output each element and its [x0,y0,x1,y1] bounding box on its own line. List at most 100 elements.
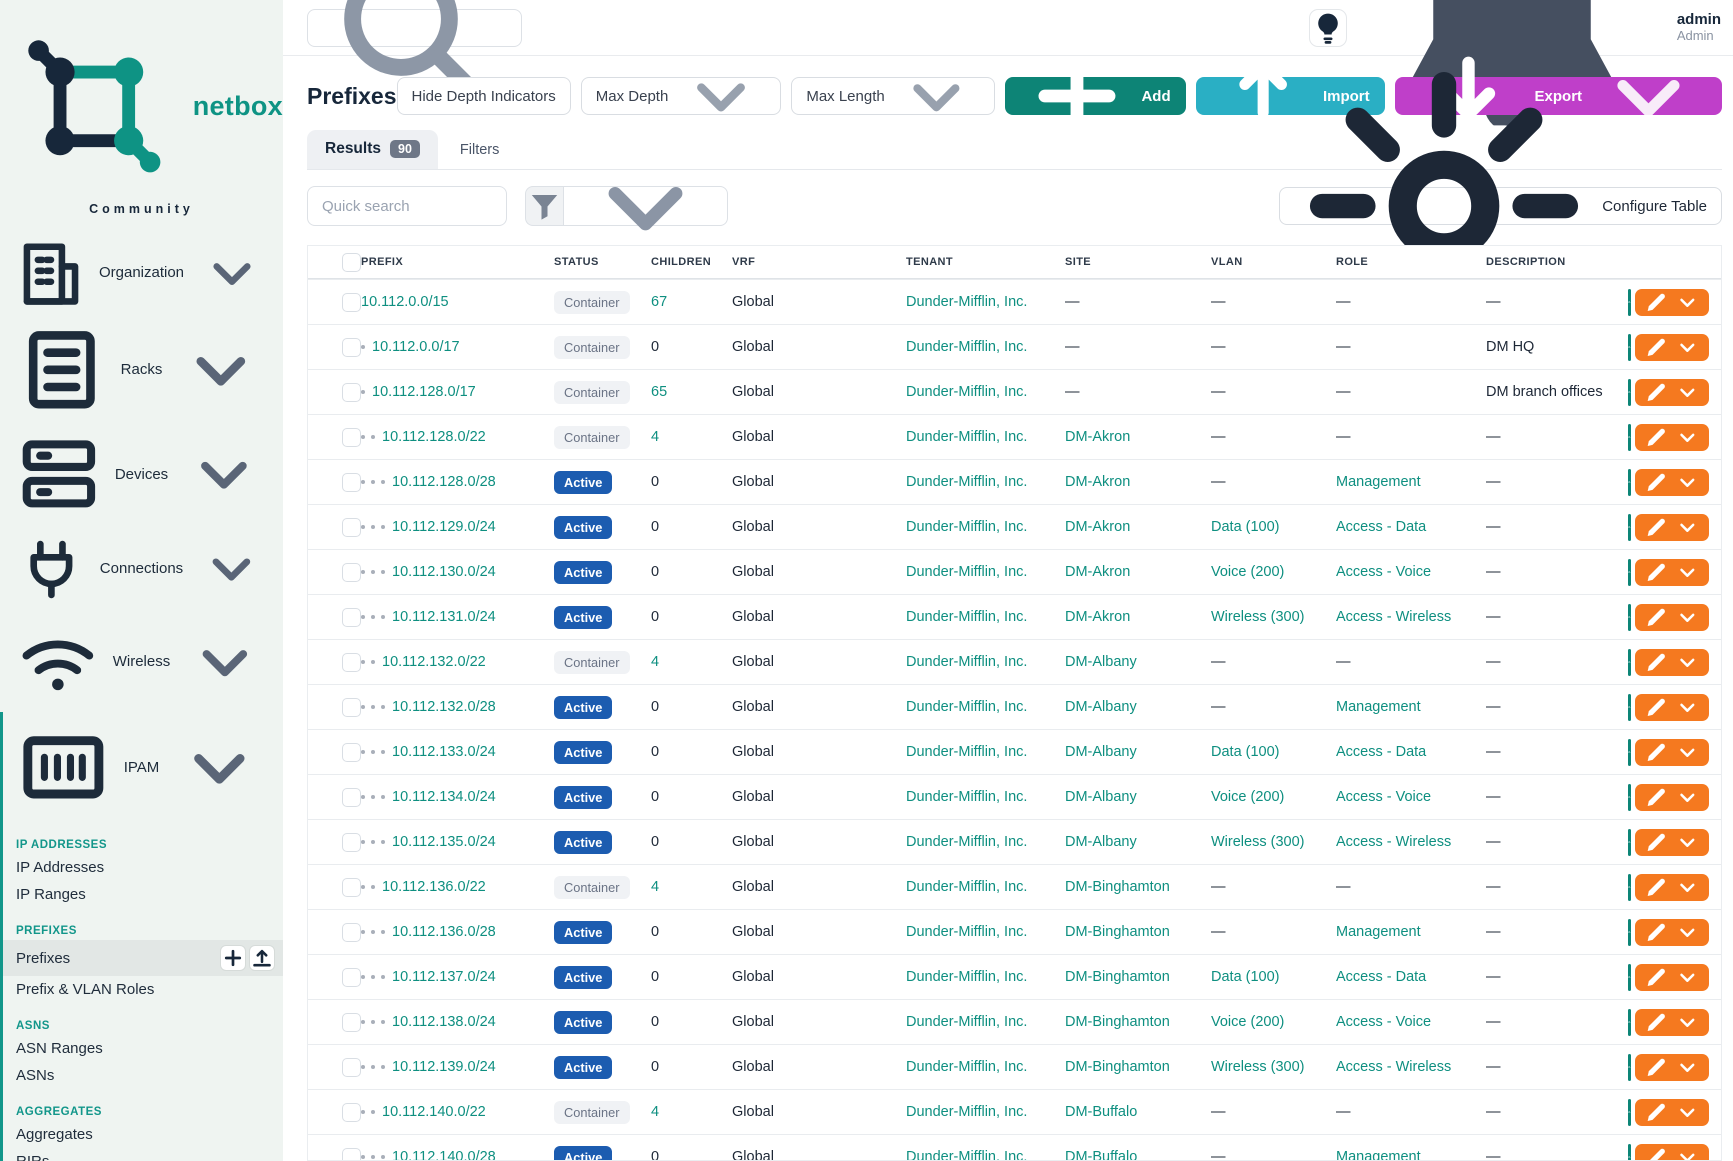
tenant-link[interactable]: Dunder-Mifflin, Inc. [906,834,1027,850]
column-header-description[interactable]: DESCRIPTION [1486,256,1628,268]
sidebar-item-asn-ranges[interactable]: ASN Ranges [3,1035,283,1062]
tenant-link[interactable]: Dunder-Mifflin, Inc. [906,294,1027,310]
row-checkbox[interactable] [342,743,361,762]
copy-button[interactable] [1628,379,1631,406]
edit-button[interactable] [1635,334,1709,361]
prefix-link[interactable]: 10.112.140.0/22 [382,1104,486,1120]
vlan-link[interactable]: Wireless (300) [1211,609,1304,625]
row-checkbox[interactable] [342,1058,361,1077]
vlan-link[interactable]: Data (100) [1211,519,1280,535]
column-header-prefix[interactable]: PREFIX [361,256,554,268]
row-checkbox[interactable] [342,833,361,852]
copy-button[interactable] [1628,829,1631,856]
role-link[interactable]: Access - Voice [1336,1014,1431,1030]
prefix-link[interactable]: 10.112.0.0/17 [372,339,460,355]
sidebar-item-asns[interactable]: ASNs [3,1062,283,1089]
role-link[interactable]: Access - Wireless [1336,834,1451,850]
edit-button[interactable] [1635,784,1709,811]
role-link[interactable]: Access - Wireless [1336,1059,1451,1075]
prefix-link[interactable]: 10.112.128.0/28 [392,474,496,490]
sidebar-item-connections[interactable]: Connections [0,525,283,612]
select-all-checkbox[interactable] [342,253,361,272]
site-link[interactable]: DM-Binghamton [1065,1014,1170,1030]
edit-button[interactable] [1635,289,1709,316]
edit-button[interactable] [1635,1144,1709,1161]
theme-toggle-button[interactable] [1309,9,1347,47]
prefix-link[interactable]: 10.112.130.0/24 [392,564,496,580]
site-link[interactable]: DM-Buffalo [1065,1104,1137,1120]
user-menu[interactable]: admin Admin [1677,11,1721,43]
row-checkbox[interactable] [342,338,361,357]
prefix-link[interactable]: 10.112.131.0/24 [392,609,496,625]
edit-button[interactable] [1635,694,1709,721]
site-link[interactable]: DM-Binghamton [1065,969,1170,985]
sidebar-item-organization[interactable]: Organization [0,230,283,316]
plus-quick-button[interactable] [220,945,246,971]
saved-filter-select[interactable] [563,186,728,226]
children-link[interactable]: 4 [651,879,659,895]
prefix-link[interactable]: 10.112.128.0/22 [382,429,486,445]
sidebar-item-prefix-vlan-roles[interactable]: Prefix & VLAN Roles [3,976,283,1003]
copy-button[interactable] [1628,1099,1631,1126]
tenant-link[interactable]: Dunder-Mifflin, Inc. [906,474,1027,490]
site-link[interactable]: DM-Akron [1065,429,1130,445]
vlan-link[interactable]: Voice (200) [1211,1014,1284,1030]
role-link[interactable]: Access - Voice [1336,789,1431,805]
column-header-vlan[interactable]: VLAN [1211,256,1336,268]
edit-button[interactable] [1635,1054,1709,1081]
role-link[interactable]: Access - Data [1336,519,1426,535]
column-header-status[interactable]: STATUS [554,256,651,268]
prefix-link[interactable]: 10.112.128.0/17 [372,384,476,400]
tenant-link[interactable]: Dunder-Mifflin, Inc. [906,564,1027,580]
prefix-link[interactable]: 10.112.138.0/24 [392,1014,496,1030]
copy-button[interactable] [1628,649,1631,676]
edit-button[interactable] [1635,1099,1709,1126]
copy-button[interactable] [1628,424,1631,451]
role-link[interactable]: Management [1336,474,1421,490]
site-link[interactable]: DM-Akron [1065,564,1130,580]
edit-button[interactable] [1635,829,1709,856]
column-header-site[interactable]: SITE [1065,256,1211,268]
prefix-link[interactable]: 10.112.136.0/28 [392,924,496,940]
vlan-link[interactable]: Data (100) [1211,969,1280,985]
prefix-link[interactable]: 10.112.137.0/24 [392,969,496,985]
row-checkbox[interactable] [342,923,361,942]
copy-button[interactable] [1628,469,1631,496]
edit-button[interactable] [1635,649,1709,676]
tenant-link[interactable]: Dunder-Mifflin, Inc. [906,519,1027,535]
edit-button[interactable] [1635,919,1709,946]
site-link[interactable]: DM-Albany [1065,789,1137,805]
copy-button[interactable] [1628,1009,1631,1036]
sidebar-item-racks[interactable]: Racks [0,316,283,424]
row-checkbox[interactable] [342,653,361,672]
row-checkbox[interactable] [342,608,361,627]
children-link[interactable]: 4 [651,654,659,670]
vlan-link[interactable]: Voice (200) [1211,564,1284,580]
row-checkbox[interactable] [342,878,361,897]
row-checkbox[interactable] [342,428,361,447]
row-checkbox[interactable] [342,473,361,492]
edit-button[interactable] [1635,379,1709,406]
filter-funnel-button[interactable] [525,186,563,226]
prefix-link[interactable]: 10.112.0.0/15 [361,294,449,310]
sidebar-item-aggregates[interactable]: Aggregates [3,1121,283,1148]
site-link[interactable]: DM-Binghamton [1065,879,1170,895]
site-link[interactable]: DM-Akron [1065,474,1130,490]
sidebar-item-devices[interactable]: Devices [0,423,283,525]
column-header-role[interactable]: ROLE [1336,256,1486,268]
vlan-link[interactable]: Data (100) [1211,744,1280,760]
prefix-link[interactable]: 10.112.136.0/22 [382,879,486,895]
copy-button[interactable] [1628,1054,1631,1081]
prefix-link[interactable]: 10.112.139.0/24 [392,1059,496,1075]
row-checkbox[interactable] [342,1148,361,1161]
prefix-link[interactable]: 10.112.140.0/28 [392,1149,496,1161]
copy-button[interactable] [1628,604,1631,631]
edit-button[interactable] [1635,514,1709,541]
row-checkbox[interactable] [342,788,361,807]
tenant-link[interactable]: Dunder-Mifflin, Inc. [906,789,1027,805]
copy-button[interactable] [1628,694,1631,721]
sidebar-item-rirs[interactable]: RIRs [3,1148,283,1161]
sidebar-item-ipam[interactable]: IPAM [3,712,283,823]
prefix-link[interactable]: 10.112.132.0/28 [392,699,496,715]
row-checkbox[interactable] [342,1103,361,1122]
